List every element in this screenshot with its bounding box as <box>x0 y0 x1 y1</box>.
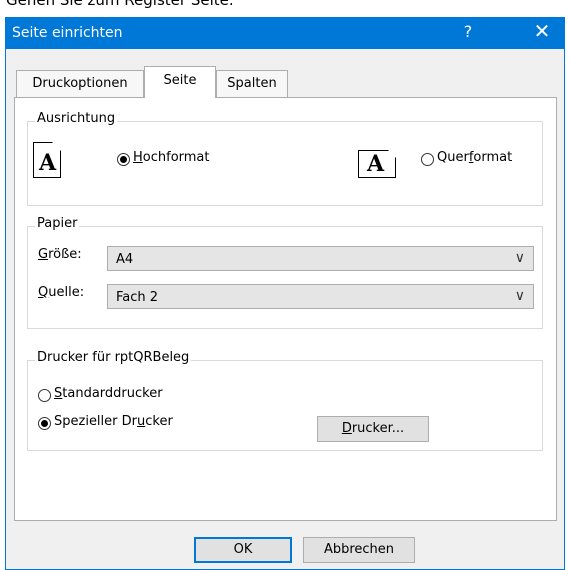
paper-source-select[interactable]: Fach 2 ∨ <box>107 284 534 309</box>
standard-printer-radio[interactable] <box>38 389 51 402</box>
special-label-pre: Spezieller Dr <box>54 414 137 429</box>
source-access-key: Q <box>38 285 49 300</box>
portrait-access-key: H <box>133 150 143 165</box>
chevron-down-icon: ∨ <box>514 250 525 266</box>
tab-druckoptionen[interactable]: Druckoptionen <box>16 70 144 98</box>
paper-source-value: Fach 2 <box>116 290 159 305</box>
landscape-glyph: A <box>367 151 385 177</box>
portrait-radio[interactable] <box>117 153 130 166</box>
portrait-page-icon: A <box>33 142 61 178</box>
special-printer-radio[interactable] <box>38 417 51 430</box>
orientation-group-label: Ausrichtung <box>35 111 118 126</box>
size-label-rest: röße: <box>48 247 82 262</box>
help-icon[interactable]: ? <box>458 22 478 41</box>
printer-button-label-rest: rucker... <box>351 421 405 436</box>
title-bar: Seite einrichten ? ✕ <box>6 18 564 49</box>
special-printer-label[interactable]: Spezieller Drucker <box>54 414 173 429</box>
paper-group <box>27 226 543 329</box>
standard-label-rest: tandarddrucker <box>62 386 163 401</box>
landscape-label-pre: Quer <box>437 150 469 165</box>
size-access-key: G <box>38 247 49 262</box>
tab-panel-seite: Ausrichtung A Hochformat A Querformat Pa… <box>14 97 557 521</box>
portrait-glyph: A <box>39 150 57 176</box>
portrait-label[interactable]: Hochformat <box>133 150 210 165</box>
portrait-label-rest: ochformat <box>142 150 210 165</box>
landscape-label-rest: ormat <box>473 150 513 165</box>
landscape-radio[interactable] <box>421 153 434 166</box>
chevron-down-icon: ∨ <box>514 288 525 304</box>
paper-size-select[interactable]: A4 ∨ <box>107 246 534 271</box>
landscape-page-icon: A <box>358 150 396 178</box>
source-label: Quelle: <box>38 285 84 300</box>
standard-printer-label[interactable]: Standarddrucker <box>54 386 163 401</box>
printer-group-label: Drucker für rptQRBeleg <box>35 350 192 365</box>
printer-group <box>27 360 543 451</box>
paper-size-value: A4 <box>116 252 134 267</box>
caption-text: Gehen Sie zum Register Seite. <box>6 0 234 9</box>
special-label-rest: cker <box>145 414 173 429</box>
tab-spalten[interactable]: Spalten <box>216 70 288 98</box>
paper-group-label: Papier <box>35 216 80 231</box>
landscape-label[interactable]: Querformat <box>437 150 512 165</box>
source-label-rest: uelle: <box>48 285 85 300</box>
page-setup-dialog: Seite einrichten ? ✕ Druckoptionen Seite… <box>5 17 565 570</box>
window-title: Seite einrichten <box>12 25 123 41</box>
printer-button-access-key: D <box>341 421 352 436</box>
close-icon[interactable]: ✕ <box>528 19 556 43</box>
special-access-key: u <box>137 414 146 429</box>
tab-seite[interactable]: Seite <box>144 66 216 98</box>
cancel-button[interactable]: Abbrechen <box>303 537 415 563</box>
printer-button[interactable]: Drucker... <box>317 416 429 442</box>
ok-button[interactable]: OK <box>194 537 292 563</box>
size-label: Größe: <box>38 247 82 262</box>
